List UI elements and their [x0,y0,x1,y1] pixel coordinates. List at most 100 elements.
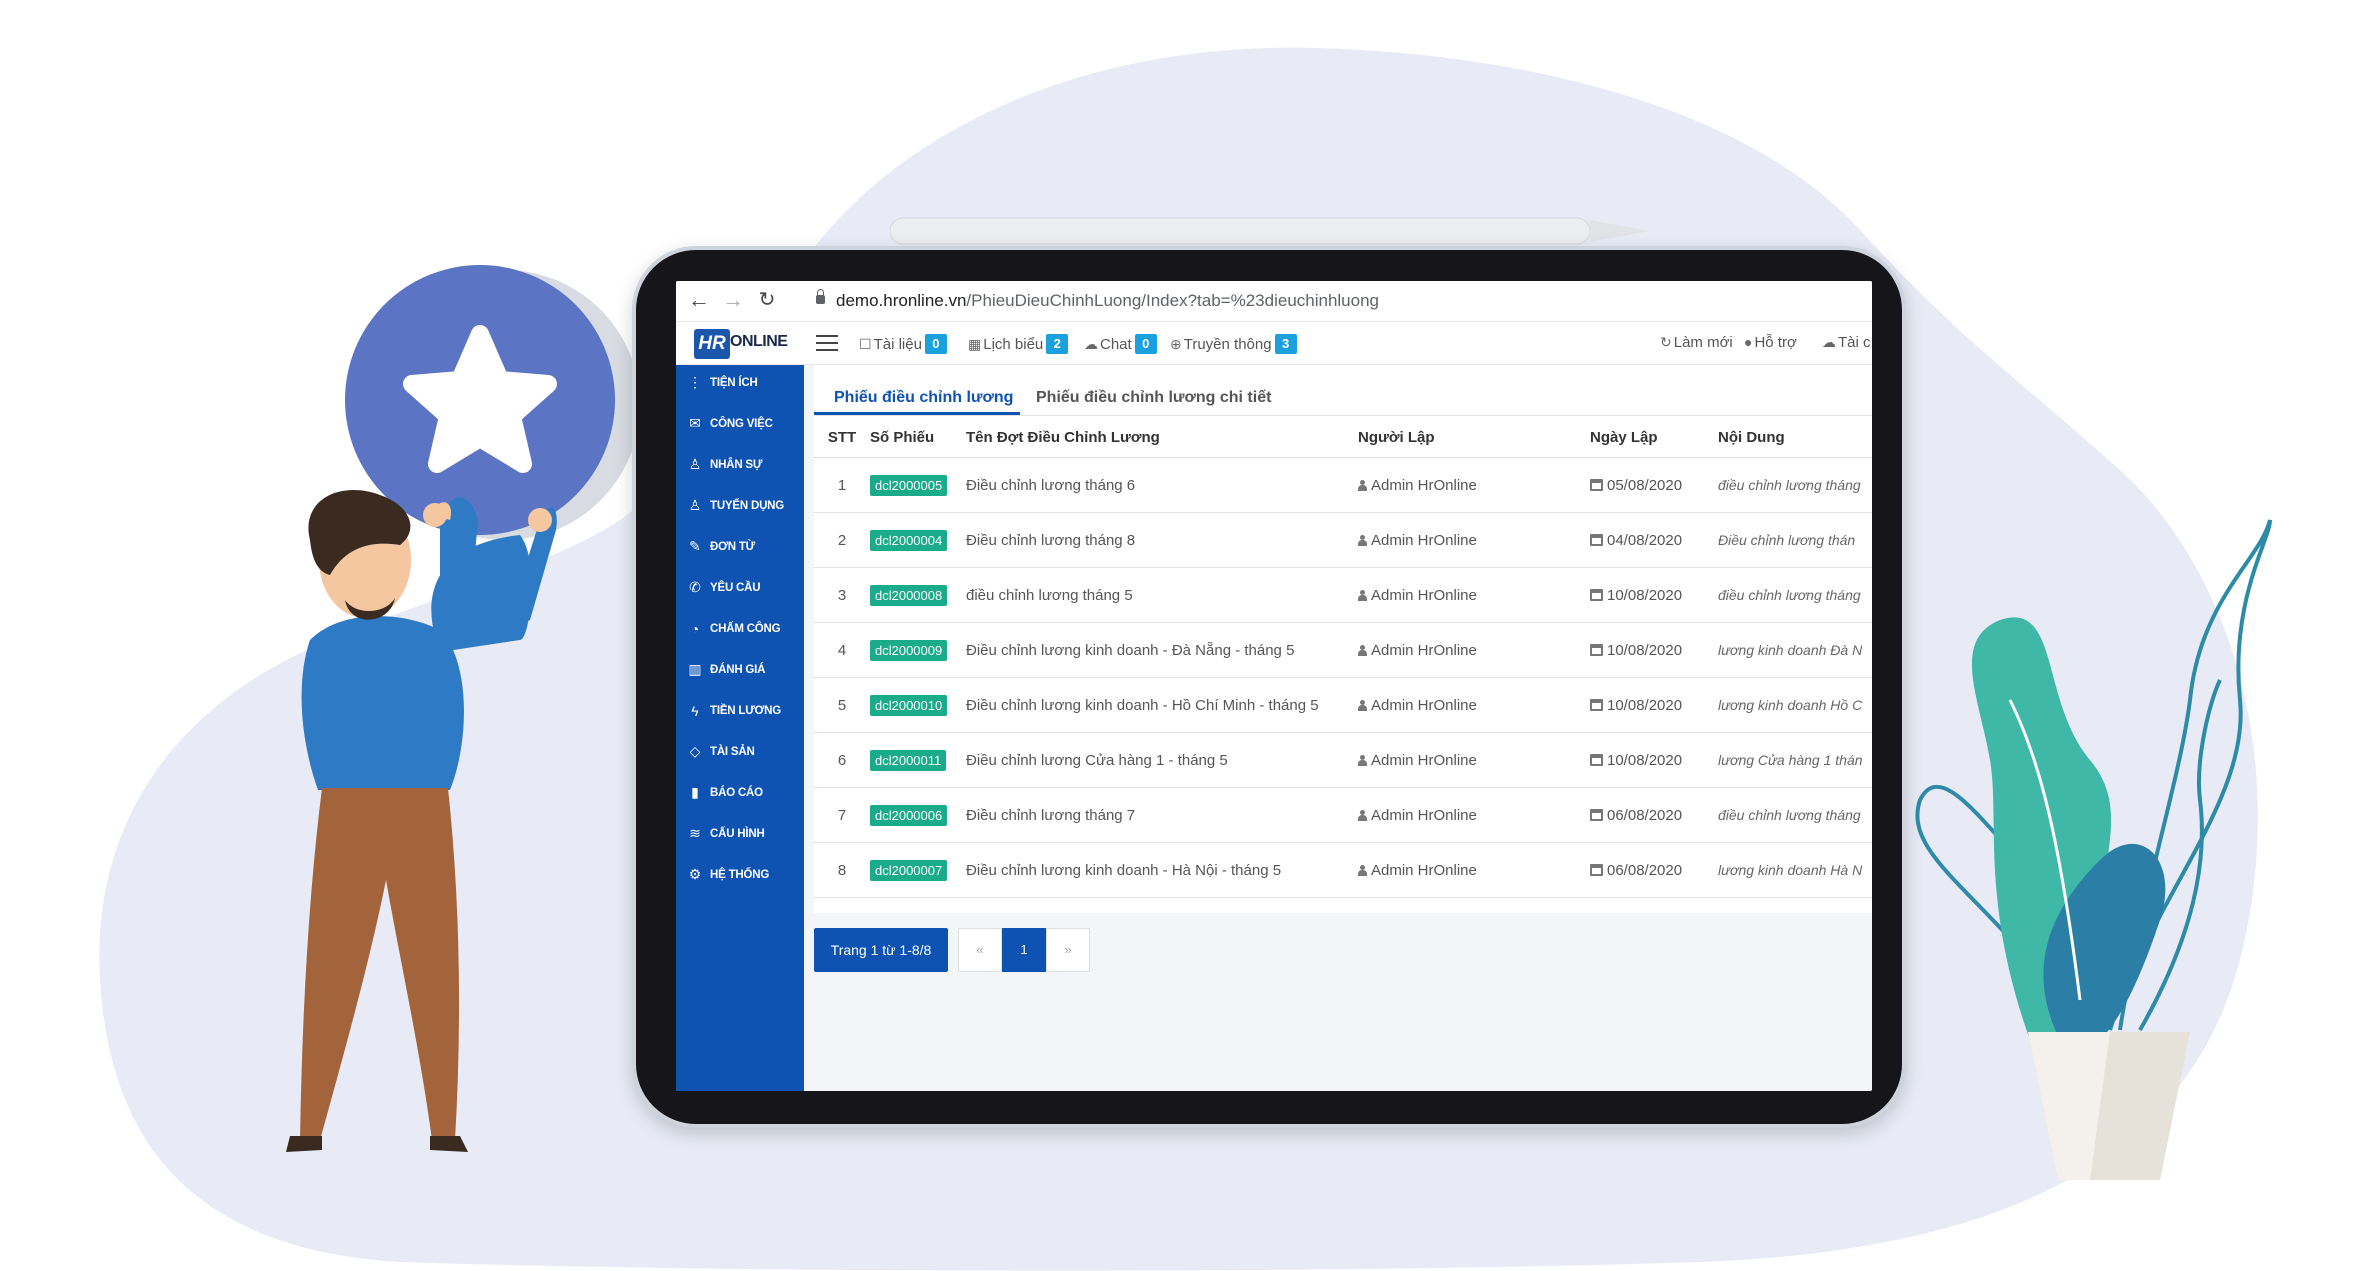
voucher-code-badge[interactable]: dcl2000009 [870,639,948,661]
pagination-page-1[interactable]: 1 [1002,928,1046,972]
row-content: lương kinh doanh Hồ C [1718,677,1872,733]
book-icon: ▥ [688,661,702,678]
row-creator: Admin HrOnline [1371,531,1477,549]
table-row[interactable]: 8 dcl2000007 Điều chỉnh lương kinh doanh… [814,842,1872,898]
calendar-icon [1590,863,1603,876]
voucher-code-badge[interactable]: dcl2000011 [870,749,947,771]
row-code-cell: dcl2000006 [870,787,966,843]
row-stt: 4 [814,622,870,678]
table-row[interactable]: 5 dcl2000010 Điều chỉnh lương kinh doanh… [814,677,1872,733]
sidebar-item-recruitment[interactable]: ♙ Tuyển dụng [686,497,785,519]
column-header-date[interactable]: Ngày Lập [1590,417,1718,458]
column-header-content[interactable]: Nội Dung [1718,417,1872,458]
column-header-code[interactable]: Số Phiếu [870,417,966,458]
row-code-cell: dcl2000007 [870,842,966,898]
address-bar[interactable]: demo.hronline.vn/PhieuDieuChinhLuong/Ind… [836,291,1379,311]
table-row[interactable]: 1 dcl2000005 Điều chỉnh lương tháng 6 Ad… [814,457,1872,513]
tab-salary-adjustment[interactable]: Phiếu điều chỉnh lương [834,389,1013,407]
row-code-cell: dcl2000011 [870,732,966,788]
sidebar-item-tasks[interactable]: ✉ Công việc [686,415,773,437]
app-header: HR ONLINE ☐ Tài liệu 0 ▦ Lịch biểu 2 ☁ Chat 0 … [676,322,1872,365]
row-date-cell: 04/08/2020 [1590,512,1718,568]
row-code-cell: dcl2000005 [870,457,966,513]
sidebar-item-requests-forms[interactable]: ✎ Đơn từ [686,538,755,560]
pagination-next-button[interactable]: » [1046,928,1090,972]
header-link-label: Tài liệu [873,336,922,353]
header-link-calendar[interactable]: ▦ Lịch biểu 2 [968,334,1069,354]
voucher-code-badge[interactable]: dcl2000007 [870,859,948,881]
user-icon [1358,864,1367,876]
row-date-cell: 05/08/2020 [1590,457,1718,513]
row-name[interactable]: Điều chỉnh lương kinh doanh - Đà Nẵng - … [966,622,1358,678]
sidebar-item-configuration[interactable]: ≋ Cấu hình [686,825,765,847]
calendar-icon [1590,808,1603,821]
calendar-icon [1590,698,1603,711]
sidebar-item-label: Báo cáo [710,786,763,799]
row-creator-cell: Admin HrOnline [1358,677,1590,733]
table-row[interactable]: 2 dcl2000004 Điều chỉnh lương tháng 8 Ad… [814,512,1872,568]
row-date: 05/08/2020 [1607,476,1683,494]
sidebar-item-label: Chấm công [710,622,781,635]
sidebar-item-salary[interactable]: ϟ Tiền lương [686,702,781,724]
sidebar-item-label: Công việc [710,417,773,430]
row-name[interactable]: điều chỉnh lương tháng 5 [966,567,1358,623]
sidebar-item-assets[interactable]: ◇ Tài sản [686,743,755,765]
menu-toggle-icon[interactable] [816,335,838,351]
row-name[interactable]: Điều chỉnh lương kinh doanh - Hà Nội - t… [966,842,1358,898]
refresh-icon: ↻ [1660,334,1672,350]
row-date: 06/08/2020 [1607,806,1683,824]
column-header-name[interactable]: Tên Đợt Điều Chỉnh Lương [966,417,1358,458]
row-name[interactable]: Điều chỉnh lương tháng 7 [966,787,1358,843]
sidebar-item-timekeeping[interactable]: ◔ Chấm công [686,620,781,642]
column-header-creator[interactable]: Người Lập [1358,417,1590,458]
row-name[interactable]: Điều chỉnh lương tháng 8 [966,512,1358,568]
header-link-communication[interactable]: ⊕ Truyền thông 3 [1170,334,1297,354]
table-row[interactable]: 6 dcl2000011 Điều chỉnh lương Cửa hàng 1… [814,732,1872,788]
row-stt: 7 [814,787,870,843]
globe-icon: ⊕ [1170,336,1182,352]
table-header-row: STT Số Phiếu Tên Đợt Điều Chỉnh Lương Ng… [814,417,1872,458]
voucher-code-badge[interactable]: dcl2000008 [870,584,948,606]
table-row[interactable]: 7 dcl2000006 Điều chỉnh lương tháng 7 Ad… [814,787,1872,843]
row-content: điều chỉnh lương tháng [1718,457,1872,513]
user-icon [1358,479,1367,491]
row-code-cell: dcl2000010 [870,677,966,733]
voucher-code-badge[interactable]: dcl2000006 [870,804,948,826]
row-date-cell: 06/08/2020 [1590,787,1718,843]
account-link[interactable]: ☁ Tài c [1822,334,1871,351]
row-content: điều chỉnh lương tháng [1718,787,1872,843]
sidebar-item-requests[interactable]: ✆ Yêu cầu [686,579,760,601]
sidebar-item-evaluation[interactable]: ▥ Đánh giá [686,661,765,683]
table-row[interactable]: 3 dcl2000008 điều chỉnh lương tháng 5 Ad… [814,567,1872,623]
back-icon[interactable]: ← [686,287,712,313]
hronline-logo[interactable]: HR ONLINE [694,329,788,359]
support-label: Hỗ trợ [1754,334,1797,351]
row-date-cell: 10/08/2020 [1590,567,1718,623]
main-content: Phiếu điều chỉnh lương Phiếu điều chỉnh … [804,365,1872,1091]
pagination-info: Trang 1 từ 1-8/8 [814,928,948,972]
support-link[interactable]: ● Hỗ trợ [1744,334,1797,351]
voucher-code-badge[interactable]: dcl2000010 [870,694,948,716]
refresh-link[interactable]: ↻ Làm mới [1660,334,1733,351]
pagination-prev-button[interactable]: « [958,928,1002,972]
voucher-code-badge[interactable]: dcl2000004 [870,529,948,551]
sidebar-item-personnel[interactable]: ♙ Nhân sự [686,456,763,478]
sidebar-item-utilities[interactable]: ⋮ Tiện ích [686,374,758,396]
tab-salary-adjustment-detail[interactable]: Phiếu điều chỉnh lương chi tiết [1036,389,1271,407]
row-name[interactable]: Điều chỉnh lương tháng 6 [966,457,1358,513]
header-link-chat[interactable]: ☁ Chat 0 [1084,334,1157,354]
forward-icon[interactable]: → [720,287,746,313]
sidebar-item-system[interactable]: ⚙ Hệ thống [686,866,770,888]
header-link-documents[interactable]: ☐ Tài liệu 0 [859,334,947,354]
header-link-label: Chat [1100,336,1132,353]
sidebar-item-label: Tiện ích [710,376,758,389]
user-icon: ♙ [688,456,702,473]
column-header-stt[interactable]: STT [814,417,870,458]
row-name[interactable]: Điều chỉnh lương kinh doanh - Hồ Chí Min… [966,677,1358,733]
voucher-code-badge[interactable]: dcl2000005 [870,474,948,496]
reload-icon[interactable]: ↻ [754,287,780,313]
sidebar-item-reports[interactable]: ▮ Báo cáo [686,784,763,806]
row-name[interactable]: Điều chỉnh lương Cửa hàng 1 - tháng 5 [966,732,1358,788]
table-row[interactable]: 4 dcl2000009 Điều chỉnh lương kinh doanh… [814,622,1872,678]
layers-icon: ≋ [689,825,701,842]
